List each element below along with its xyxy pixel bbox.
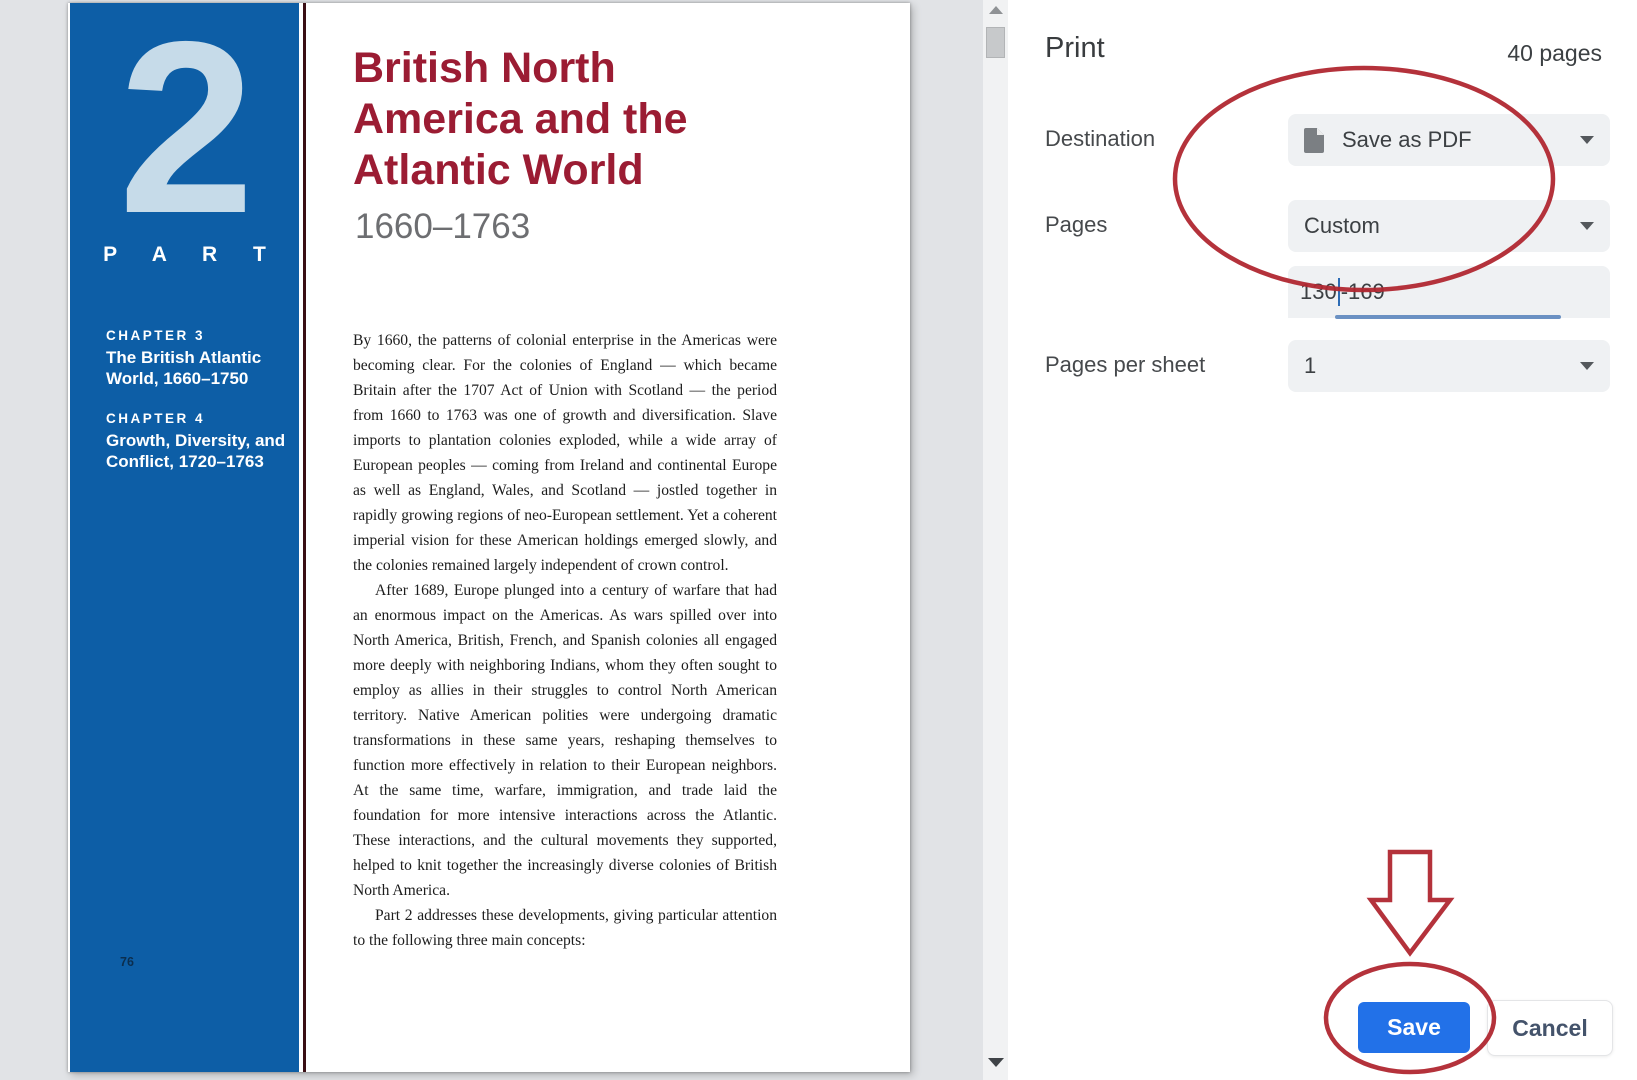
pages-per-sheet-label: Pages per sheet [1045, 352, 1205, 378]
part-sidebar: 2 P A R T CHAPTER 3 The British Atlantic… [70, 3, 299, 1072]
part-subtitle: 1660–1763 [355, 207, 530, 247]
body-text: By 1660, the patterns of colonial enterp… [353, 328, 777, 953]
cancel-button[interactable]: Cancel [1487, 1000, 1613, 1056]
pages-label: Pages [1045, 212, 1107, 238]
page-number: 76 [120, 955, 134, 969]
destination-value: Save as PDF [1342, 127, 1472, 153]
document-page-preview: 2 P A R T CHAPTER 3 The British Atlantic… [68, 3, 910, 1072]
scroll-down-button[interactable] [983, 1052, 1008, 1072]
pages-per-sheet-value: 1 [1304, 353, 1316, 379]
sidebar-divider-rule [303, 3, 306, 1072]
part-number: 2 [70, 5, 299, 250]
part-title-line: British North [353, 44, 616, 92]
chevron-down-icon [1580, 136, 1594, 144]
chapter-label: CHAPTER 4 [106, 411, 286, 426]
part-title-line: America and the [353, 95, 688, 143]
pdf-file-icon [1304, 128, 1324, 153]
page-range-input[interactable]: 130-169 [1288, 266, 1610, 318]
destination-dropdown[interactable]: Save as PDF [1288, 114, 1610, 166]
chevron-down-icon [1580, 222, 1594, 230]
chapter-label: CHAPTER 3 [106, 328, 286, 343]
part-word: P A R T [70, 243, 299, 267]
pages-value: Custom [1304, 213, 1380, 239]
paragraph: After 1689, Europe plunged into a centur… [353, 578, 777, 903]
chapter-title: The British Atlantic World, 1660–1750 [106, 347, 286, 389]
save-button[interactable]: Save [1358, 1002, 1470, 1053]
page-range-before-cursor: 130 [1300, 279, 1337, 305]
paragraph: Part 2 addresses these developments, giv… [353, 903, 777, 953]
pages-per-sheet-dropdown[interactable]: 1 [1288, 340, 1610, 392]
arrow-down-icon [988, 1058, 1004, 1067]
arrow-up-icon [989, 6, 1003, 14]
text-cursor [1338, 278, 1340, 306]
focus-underline [1335, 315, 1561, 319]
print-preview-window: 2 P A R T CHAPTER 3 The British Atlantic… [0, 0, 1637, 1080]
scroll-up-button[interactable] [983, 0, 1008, 20]
page-count: 40 pages [1507, 40, 1602, 67]
panel-title: Print [1045, 32, 1105, 65]
chevron-down-icon [1580, 362, 1594, 370]
print-settings-panel: Print 40 pages Destination Save as PDF P… [1008, 0, 1637, 1080]
paragraph: By 1660, the patterns of colonial enterp… [353, 328, 777, 578]
preview-scrollbar[interactable] [983, 0, 1008, 1080]
pages-dropdown[interactable]: Custom [1288, 200, 1610, 252]
part-title: British NorthAmerica and theAtlantic Wor… [353, 43, 793, 196]
chapter-title: Growth, Diversity, and Conflict, 1720–17… [106, 430, 286, 472]
scrollbar-thumb[interactable] [986, 27, 1005, 58]
page-range-after-cursor: -169 [1341, 279, 1385, 305]
part-title-line: Atlantic World [353, 146, 644, 194]
destination-label: Destination [1045, 126, 1155, 152]
chapter-list: CHAPTER 3 The British Atlantic World, 16… [106, 328, 286, 472]
